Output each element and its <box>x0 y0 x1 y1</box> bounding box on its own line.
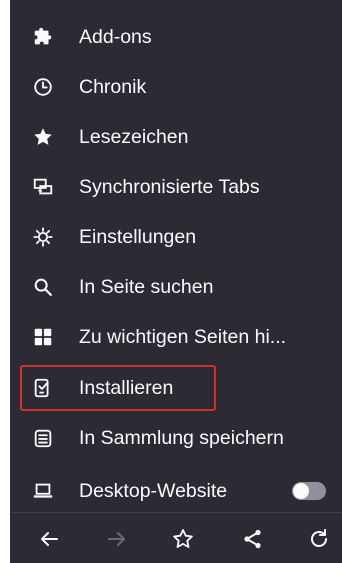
menu-item-label: Synchronisierte Tabs <box>79 176 260 198</box>
browser-menu: Add-ons Chronik Lesezeichen Synchronisie… <box>10 0 342 563</box>
menu-item-add-to-top-sites[interactable]: Zu wichtigen Seiten hi... <box>10 312 342 362</box>
menu-item-label: Einstellungen <box>79 226 197 248</box>
menu-item-bookmarks[interactable]: Lesezeichen <box>10 112 342 162</box>
menu-item-label: Zu wichtigen Seiten hi... <box>79 326 287 348</box>
gear-icon <box>32 226 54 248</box>
menu-item-label: Add-ons <box>79 26 152 48</box>
menu-item-add-ons[interactable]: Add-ons <box>10 12 342 62</box>
menu-item-history[interactable]: Chronik <box>10 62 342 112</box>
menu-item-label: In Seite suchen <box>79 276 214 298</box>
reload-button[interactable] <box>306 526 332 552</box>
menu-item-synced-tabs[interactable]: Synchronisierte Tabs <box>10 162 342 212</box>
back-arrow-icon <box>41 532 58 546</box>
forward-arrow-icon <box>108 532 125 546</box>
share-icon <box>244 529 261 549</box>
star-outline-icon <box>173 529 193 548</box>
bookmark-button[interactable] <box>170 526 196 552</box>
menu-item-save-to-collection[interactable]: In Sammlung speichern <box>10 413 342 463</box>
menu-item-install[interactable]: Installieren <box>10 363 342 413</box>
grid-icon <box>32 326 54 348</box>
star-filled-icon <box>32 126 54 148</box>
toggle-knob <box>293 483 309 499</box>
menu-item-label: Installieren <box>79 377 174 399</box>
menu-item-label: Lesezeichen <box>79 126 189 148</box>
share-button[interactable] <box>240 526 266 552</box>
menu-item-label: In Sammlung speichern <box>79 427 284 449</box>
laptop-icon <box>32 480 54 502</box>
navigation-bar <box>10 513 342 563</box>
reload-icon <box>311 529 327 547</box>
menu-item-find-in-page[interactable]: In Seite suchen <box>10 262 342 312</box>
menu-item-settings[interactable]: Einstellungen <box>10 212 342 262</box>
forward-button[interactable] <box>104 526 130 552</box>
puzzle-icon <box>32 26 54 48</box>
menu-item-label: Desktop-Website <box>79 480 228 502</box>
clock-icon <box>32 76 54 98</box>
collection-icon <box>32 427 54 449</box>
install-phone-icon <box>32 377 54 399</box>
menu-item-label: Chronik <box>79 76 147 98</box>
search-icon <box>32 276 54 298</box>
desktop-site-toggle[interactable] <box>292 482 326 500</box>
synced-tabs-icon <box>32 176 54 198</box>
back-button[interactable] <box>36 526 62 552</box>
